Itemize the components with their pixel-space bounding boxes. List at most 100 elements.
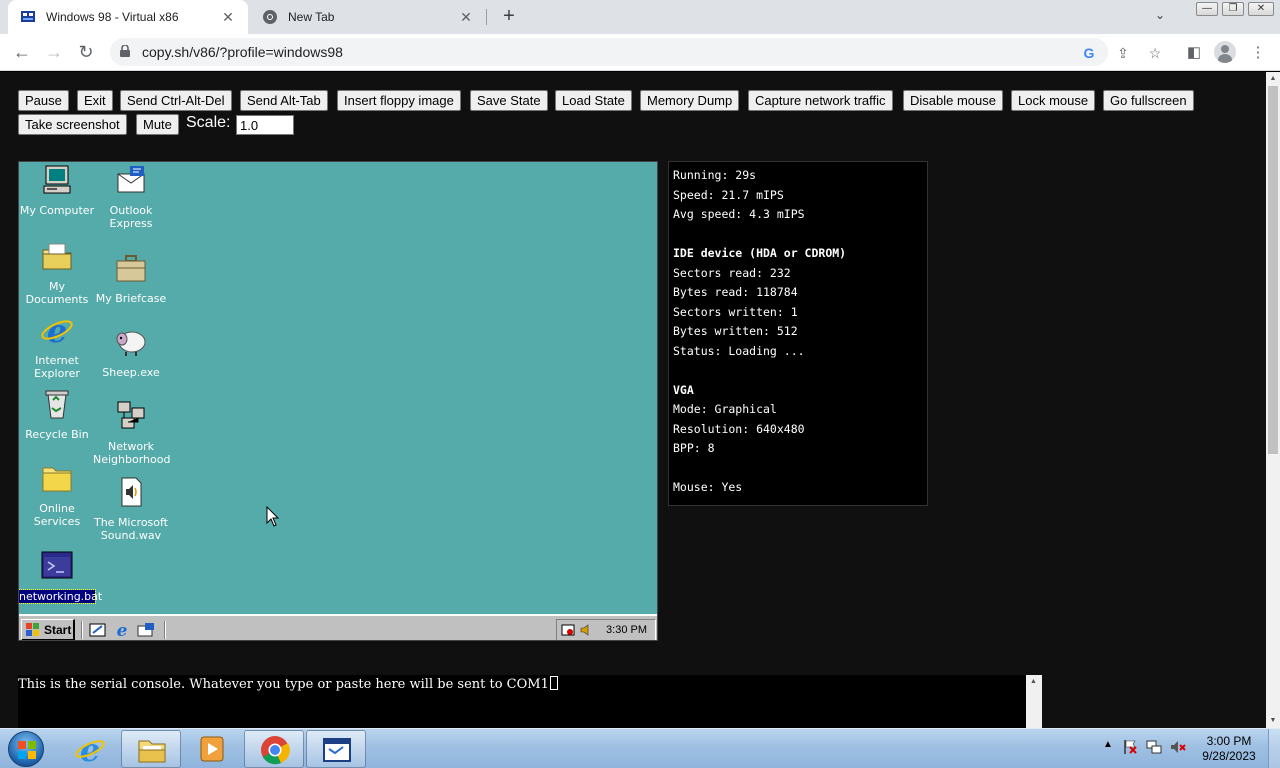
tab-new-tab[interactable]: New Tab ✕	[250, 0, 486, 34]
system-clock[interactable]: 3:00 PM 9/28/2023	[1196, 734, 1262, 764]
action-center-flag-icon[interactable]	[1122, 739, 1138, 755]
forward-arrow-icon[interactable]: →	[42, 40, 66, 64]
desktop-icon-label: networking.bat	[19, 589, 103, 604]
exit-button[interactable]: Exit	[77, 90, 113, 111]
scheduler-icon[interactable]	[561, 623, 575, 637]
stats-line: Sectors written: 1	[673, 304, 798, 319]
volume-muted-icon[interactable]	[1170, 739, 1186, 755]
stats-line: BPP: 8	[673, 441, 715, 455]
disable-mouse-button[interactable]: Disable mouse	[903, 90, 1003, 111]
bookmark-star-icon[interactable]: ☆	[1146, 44, 1164, 62]
stats-line: Sectors read: 232	[673, 265, 791, 280]
scale-input[interactable]	[236, 115, 294, 135]
mouse-cursor-icon	[266, 506, 280, 527]
desktop-icon-outlook-express[interactable]: Outlook Express	[93, 164, 169, 230]
load-state-button[interactable]: Load State	[555, 90, 632, 111]
my-computer-icon	[43, 165, 71, 194]
insert-floppy-button[interactable]: Insert floppy image	[337, 90, 461, 111]
stats-line: Speed: 21.7 mIPS	[673, 187, 784, 202]
desktop-icon-online-services[interactable]: Online Services	[19, 462, 95, 528]
back-arrow-icon[interactable]: ←	[10, 40, 34, 64]
close-window-button[interactable]: ✕	[1248, 2, 1274, 16]
desktop-icon-my-documents[interactable]: My Documents	[19, 240, 95, 306]
scroll-up-arrow-icon[interactable]: ▲	[1266, 72, 1280, 86]
pause-button[interactable]: Pause	[18, 90, 69, 111]
win98-screen[interactable]: My Computer My Documents e Internet Expl…	[18, 161, 658, 641]
stats-line: Resolution: 640x480	[673, 421, 805, 436]
mute-button[interactable]: Mute	[136, 114, 179, 135]
send-alt-tab-button[interactable]: Send Alt-Tab	[240, 90, 328, 111]
desktop-icon-networking-bat[interactable]: networking.bat	[19, 550, 103, 604]
my-documents-icon	[42, 243, 72, 270]
start-label: Start	[44, 623, 72, 637]
outlook-express-quicklaunch-icon[interactable]	[137, 622, 155, 638]
desktop-icon-label: Internet Explorer	[34, 354, 80, 380]
svg-text:e: e	[80, 733, 100, 765]
take-screenshot-button[interactable]: Take screenshot	[18, 114, 127, 135]
tab-search-chevron-icon[interactable]: ⌄	[1150, 8, 1170, 26]
desktop-icon-internet-explorer[interactable]: e Internet Explorer	[19, 312, 95, 380]
emulator-stats-panel: Running: 29s Speed: 21.7 mIPS Avg speed: 4…	[668, 161, 928, 506]
scroll-down-arrow-icon[interactable]: ▼	[1266, 714, 1280, 728]
side-panel-icon[interactable]: ◧	[1184, 43, 1204, 63]
show-desktop-button[interactable]	[1268, 729, 1280, 768]
go-fullscreen-button[interactable]: Go fullscreen	[1103, 90, 1194, 111]
folder-icon	[42, 467, 72, 492]
stats-line: Status: Loading ...	[673, 343, 805, 358]
save-state-button[interactable]: Save State	[470, 90, 548, 111]
minimize-button[interactable]: —	[1196, 2, 1218, 16]
taskbar-google-chrome[interactable]	[244, 730, 304, 768]
lock-mouse-button[interactable]: Lock mouse	[1011, 90, 1096, 111]
taskbar-media-player[interactable]	[182, 730, 242, 768]
desktop-icon-my-briefcase[interactable]: My Briefcase	[93, 252, 169, 305]
taskbar-windows-explorer[interactable]	[121, 730, 181, 768]
quicklaunch-divider	[164, 621, 166, 639]
menu-kebab-icon[interactable]: ⋮	[1248, 43, 1268, 63]
show-hidden-icons-arrow-icon[interactable]: ▲	[1100, 739, 1116, 755]
scrollbar-thumb[interactable]	[1268, 86, 1278, 454]
desktop-icon-microsoft-sound[interactable]: The Microsoft Sound.wav	[93, 476, 169, 542]
profile-avatar-icon[interactable]	[1214, 41, 1236, 63]
stats-line	[673, 225, 923, 245]
win98-taskbar: Start e 3:30 PM	[19, 614, 657, 640]
browser-toolbar: ← → ↻ copy.sh/v86/?profile=windows98 G ⇪…	[0, 34, 1280, 71]
start-orb-button[interactable]	[8, 731, 44, 767]
volume-icon[interactable]	[579, 623, 593, 637]
tab-close-icon[interactable]: ✕	[458, 9, 474, 26]
maximize-button[interactable]: ❐	[1222, 2, 1244, 16]
desktop-icon-sheep[interactable]: Sheep.exe	[93, 326, 169, 379]
share-icon[interactable]: ⇪	[1114, 44, 1132, 62]
win98-clock[interactable]: 3:30 PM	[606, 624, 647, 636]
tab-close-icon[interactable]: ✕	[220, 9, 236, 26]
stats-line: Bytes written: 512	[673, 324, 798, 338]
send-ctrl-alt-del-button[interactable]: Send Ctrl-Alt-Del	[120, 90, 232, 111]
desktop-icon-label: My Computer	[19, 204, 95, 217]
memory-dump-button[interactable]: Memory Dump	[640, 90, 740, 111]
tab-separator	[486, 9, 487, 25]
reload-icon[interactable]: ↻	[74, 40, 98, 64]
svg-text:e: e	[117, 622, 128, 638]
text-caret	[549, 676, 558, 690]
taskbar-virtual-machine-window[interactable]	[306, 730, 366, 768]
taskbar-internet-explorer[interactable]: e	[60, 730, 120, 768]
google-lens-icon[interactable]: G	[1080, 44, 1098, 62]
start-button[interactable]: Start	[21, 619, 75, 640]
desktop-icon-network-neighborhood[interactable]: Network Neighborhood	[93, 400, 170, 466]
scroll-up-arrow-icon[interactable]: ▲	[1030, 678, 1037, 685]
desktop-icon-my-computer[interactable]: My Computer	[19, 164, 95, 217]
page-scrollbar[interactable]: ▲ ▼	[1266, 72, 1280, 728]
address-bar[interactable]: copy.sh/v86/?profile=windows98 G ⇪ ☆	[110, 38, 1161, 66]
serial-console[interactable]: This is the serial console. Whatever you…	[18, 675, 1042, 728]
network-status-icon[interactable]	[1146, 739, 1162, 755]
show-desktop-icon[interactable]	[89, 622, 107, 638]
clock-date: 9/28/2023	[1202, 749, 1256, 763]
serial-console-scrollbar[interactable]: ▲	[1026, 675, 1042, 728]
desktop-icon-recycle-bin[interactable]: Recycle Bin	[19, 388, 95, 441]
capture-network-button[interactable]: Capture network traffic	[748, 90, 893, 111]
tab-windows98[interactable]: Windows 98 - Virtual x86 ✕	[8, 0, 248, 34]
network-icon	[117, 401, 145, 429]
application-window-icon	[323, 738, 351, 762]
new-tab-plus-icon[interactable]: +	[498, 5, 520, 27]
internet-explorer-quicklaunch-icon[interactable]: e	[113, 622, 131, 638]
desktop-icon-label: My Documents	[25, 280, 89, 306]
